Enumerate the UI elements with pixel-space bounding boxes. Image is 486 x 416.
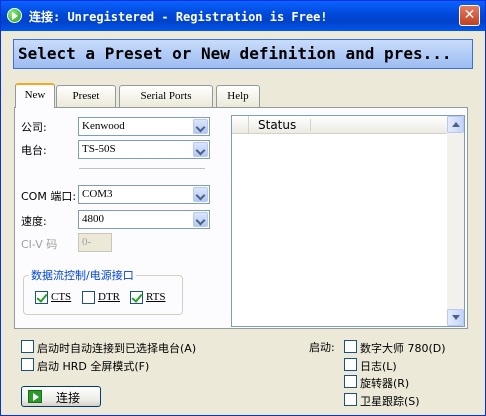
window-title: 连接: Unregistered - Registration is Free! <box>29 10 328 24</box>
fullscreen-checkbox[interactable] <box>21 358 34 371</box>
vertical-scrollbar[interactable] <box>447 116 464 326</box>
satellite-tracking-label: 卫星跟踪(S) <box>360 395 420 408</box>
rts-checkbox[interactable] <box>130 291 143 304</box>
digital-master-checkbox[interactable] <box>344 340 357 353</box>
chevron-down-icon[interactable] <box>193 212 208 227</box>
connect-button[interactable]: 连接 <box>21 386 101 407</box>
civ-input[interactable]: 0- <box>78 233 112 252</box>
chevron-down-icon[interactable] <box>193 119 208 134</box>
satellite-tracking-checkbox[interactable] <box>344 393 357 406</box>
speed-select[interactable]: 4800 <box>78 210 210 229</box>
com-port-value: COM3 <box>82 188 113 200</box>
radio-label: 电台: <box>21 144 47 157</box>
status-header: Status <box>232 116 449 134</box>
status-column-header[interactable]: Status <box>258 118 296 132</box>
dtr-label: DTR <box>98 291 120 303</box>
tab-serial-ports[interactable]: Serial Ports <box>119 85 213 107</box>
tab-new[interactable]: New <box>15 83 55 108</box>
fullscreen-label: 启动 HRD 全屏模式(F) <box>37 360 150 373</box>
rts-label: RTS <box>146 291 166 303</box>
company-value: Kenwood <box>82 120 125 132</box>
rotator-label: 旋转器(R) <box>360 377 410 390</box>
arrow-right-icon <box>28 390 42 403</box>
logbook-checkbox[interactable] <box>344 358 357 371</box>
speed-value: 4800 <box>82 213 104 225</box>
scroll-down-icon[interactable] <box>447 309 464 326</box>
company-label: 公司: <box>21 121 47 134</box>
digital-master-label: 数字大师 780(D) <box>360 342 446 355</box>
close-button[interactable]: ✕ <box>459 5 480 26</box>
tab-help[interactable]: Help <box>216 85 260 107</box>
com-port-select[interactable]: COM3 <box>78 185 210 204</box>
flow-control-title: 数据流控制/电源接口 <box>29 267 136 283</box>
title-bar[interactable]: 连接: Unregistered - Registration is Free!… <box>1 1 485 31</box>
tab-preset[interactable]: Preset <box>56 85 116 107</box>
company-select[interactable]: Kenwood <box>78 117 210 136</box>
scroll-up-icon[interactable] <box>447 116 464 133</box>
chevron-down-icon[interactable] <box>193 187 208 202</box>
auto-connect-checkbox[interactable] <box>21 340 34 353</box>
app-arrow-icon <box>7 8 22 23</box>
rotator-checkbox[interactable] <box>344 375 357 388</box>
radio-select[interactable]: TS-50S <box>78 140 210 159</box>
speed-label: 速度: <box>21 215 47 228</box>
connect-button-label: 连接 <box>56 391 81 405</box>
cts-label: CTS <box>51 291 72 303</box>
com-port-label: COM 端口: <box>21 190 77 203</box>
instruction-banner: Select a Preset or New definition and pr… <box>13 39 473 69</box>
chevron-down-icon[interactable] <box>193 142 208 157</box>
radio-value: TS-50S <box>82 143 116 155</box>
civ-label: CI-V 码 <box>21 238 58 251</box>
auto-connect-label: 启动时自动连接到已选择电台(A) <box>37 342 197 355</box>
status-list[interactable]: Status <box>231 115 465 327</box>
cts-checkbox[interactable] <box>35 291 48 304</box>
logbook-label: 日志(L) <box>360 360 397 373</box>
startup-label: 启动: <box>309 341 335 354</box>
connect-dialog: 连接: Unregistered - Registration is Free!… <box>0 0 486 416</box>
divider <box>79 168 205 170</box>
dtr-checkbox[interactable] <box>82 291 95 304</box>
